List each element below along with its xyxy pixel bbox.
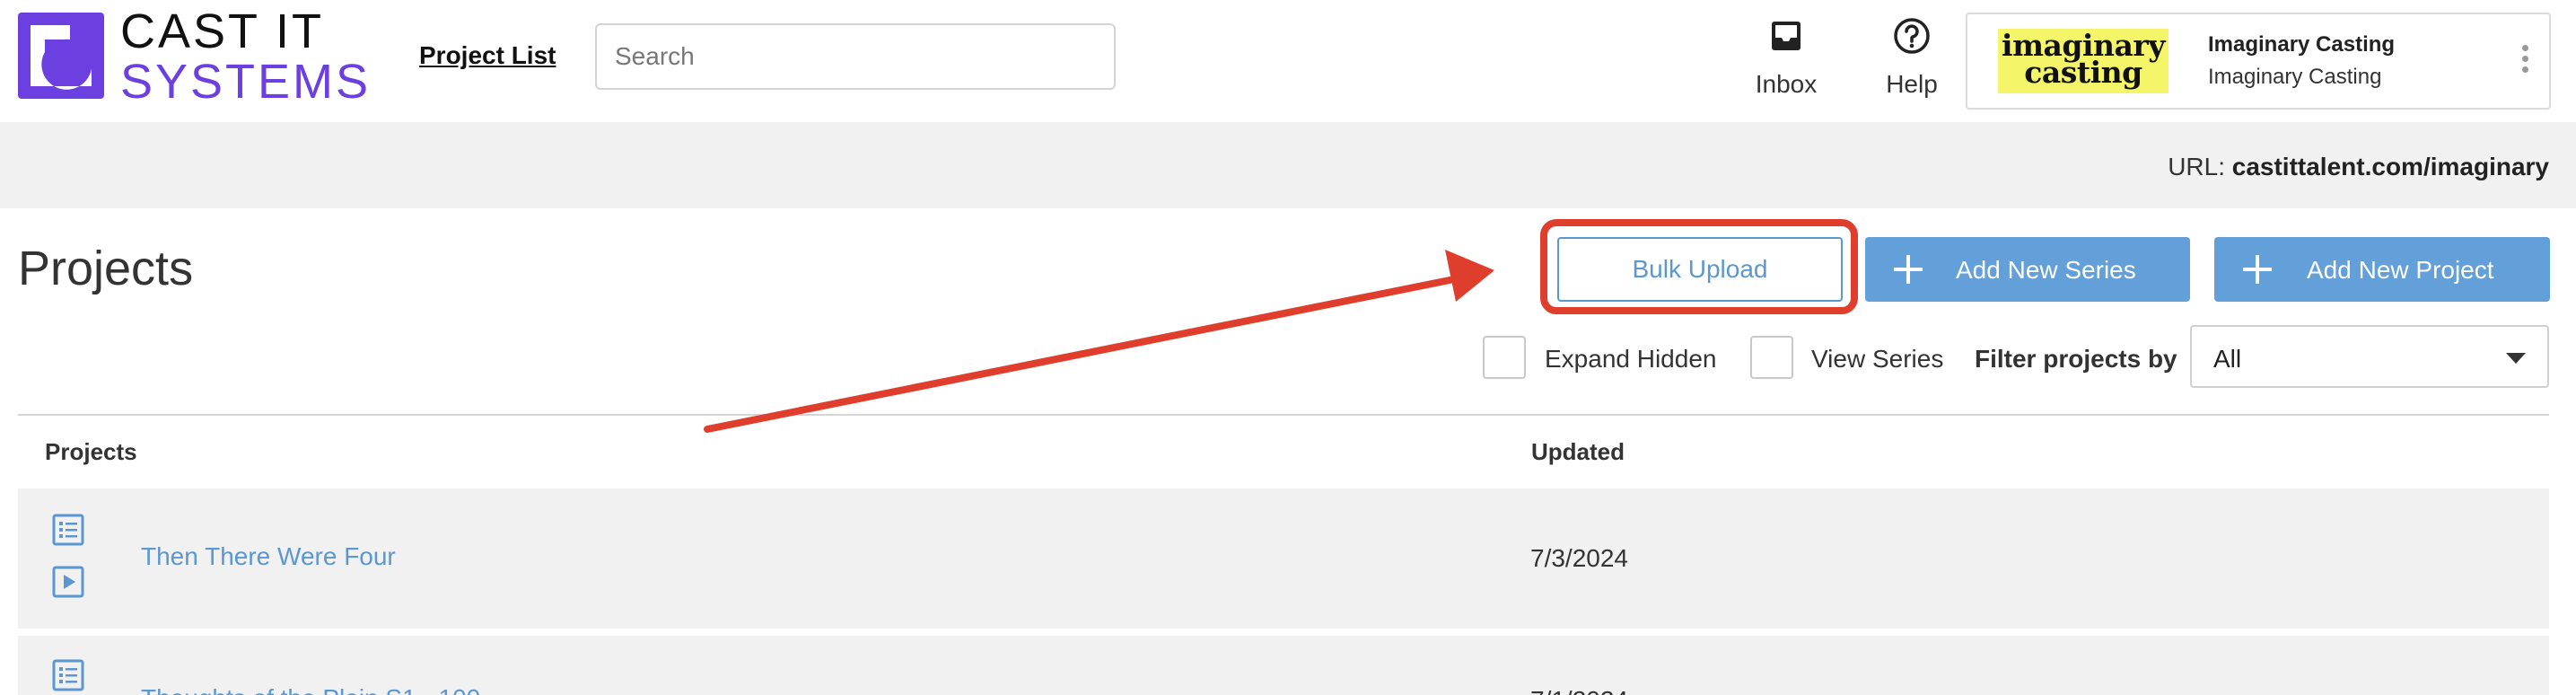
column-header-projects[interactable]: Projects bbox=[45, 438, 137, 466]
brand-line-2: SYSTEMS bbox=[120, 55, 372, 109]
kebab-menu-icon[interactable] bbox=[2520, 45, 2529, 81]
expand-hidden-label: Expand Hidden bbox=[1545, 345, 1717, 373]
table-row: Thoughts of the Plain S1 - 100 7/1/2024 bbox=[18, 636, 2549, 695]
project-updated-date: 7/1/2024 bbox=[1530, 686, 1628, 695]
project-name-link[interactable]: Thoughts of the Plain S1 - 100 bbox=[141, 684, 480, 695]
view-series-label: View Series bbox=[1811, 345, 1944, 373]
page: CAST IT SYSTEMS Project List Inbox Help … bbox=[0, 0, 2576, 695]
add-new-project-button[interactable]: Add New Project bbox=[2214, 237, 2550, 302]
brand-line-1: CAST IT bbox=[120, 4, 325, 58]
help-label: Help bbox=[1886, 70, 1938, 98]
help-circle-icon bbox=[1894, 18, 1930, 54]
column-header-updated[interactable]: Updated bbox=[1531, 438, 1625, 466]
filter-selected-value: All bbox=[2213, 345, 2242, 373]
page-title: Projects bbox=[18, 242, 194, 295]
account-logo: imaginary casting bbox=[1998, 29, 2169, 93]
expand-hidden-checkbox[interactable] bbox=[1483, 336, 1526, 379]
view-series-checkbox[interactable] bbox=[1750, 336, 1793, 379]
plus-icon bbox=[2241, 253, 2274, 286]
bulk-upload-button[interactable]: Bulk Upload bbox=[1557, 237, 1843, 302]
account-subtitle: Imaginary Casting bbox=[2208, 65, 2382, 89]
inbox-button[interactable]: Inbox bbox=[1732, 14, 1840, 104]
list-icon[interactable] bbox=[52, 514, 84, 546]
play-icon[interactable] bbox=[52, 566, 84, 598]
add-new-series-button[interactable]: Add New Series bbox=[1865, 237, 2190, 302]
project-updated-date: 7/3/2024 bbox=[1530, 544, 1628, 572]
add-new-project-label: Add New Project bbox=[2307, 256, 2494, 284]
inbox-label: Inbox bbox=[1755, 70, 1818, 98]
search-input[interactable] bbox=[595, 23, 1116, 90]
list-icon[interactable] bbox=[52, 659, 84, 691]
url-text: URL: castittalent.com/imaginary bbox=[2168, 153, 2549, 181]
account-logo-line-2: casting bbox=[2024, 55, 2142, 90]
account-name: Imaginary Casting bbox=[2208, 32, 2396, 57]
account-switcher[interactable]: imaginary casting Imaginary Casting Imag… bbox=[1966, 13, 2551, 110]
filter-projects-select[interactable]: All bbox=[2190, 325, 2549, 388]
brand-logo-icon[interactable] bbox=[18, 13, 104, 99]
brand-wordmark[interactable]: CAST IT SYSTEMS bbox=[120, 7, 371, 106]
plus-icon bbox=[1892, 253, 1924, 286]
inbox-icon bbox=[1772, 22, 1801, 50]
top-header: CAST IT SYSTEMS Project List Inbox Help … bbox=[0, 0, 2576, 122]
filter-projects-label: Filter projects by bbox=[1975, 345, 2177, 373]
add-new-series-label: Add New Series bbox=[1956, 256, 2136, 284]
url-value[interactable]: castittalent.com/imaginary bbox=[2232, 153, 2549, 180]
project-list-link[interactable]: Project List bbox=[419, 41, 556, 70]
table-row: Then There Were Four 7/3/2024 bbox=[18, 488, 2549, 629]
help-button[interactable]: Help bbox=[1858, 14, 1966, 104]
chevron-down-icon bbox=[2506, 353, 2526, 364]
project-name-link[interactable]: Then There Were Four bbox=[141, 542, 396, 571]
table-divider bbox=[18, 414, 2549, 416]
url-label: URL: bbox=[2168, 153, 2225, 180]
url-bar: URL: castittalent.com/imaginary bbox=[0, 122, 2576, 208]
